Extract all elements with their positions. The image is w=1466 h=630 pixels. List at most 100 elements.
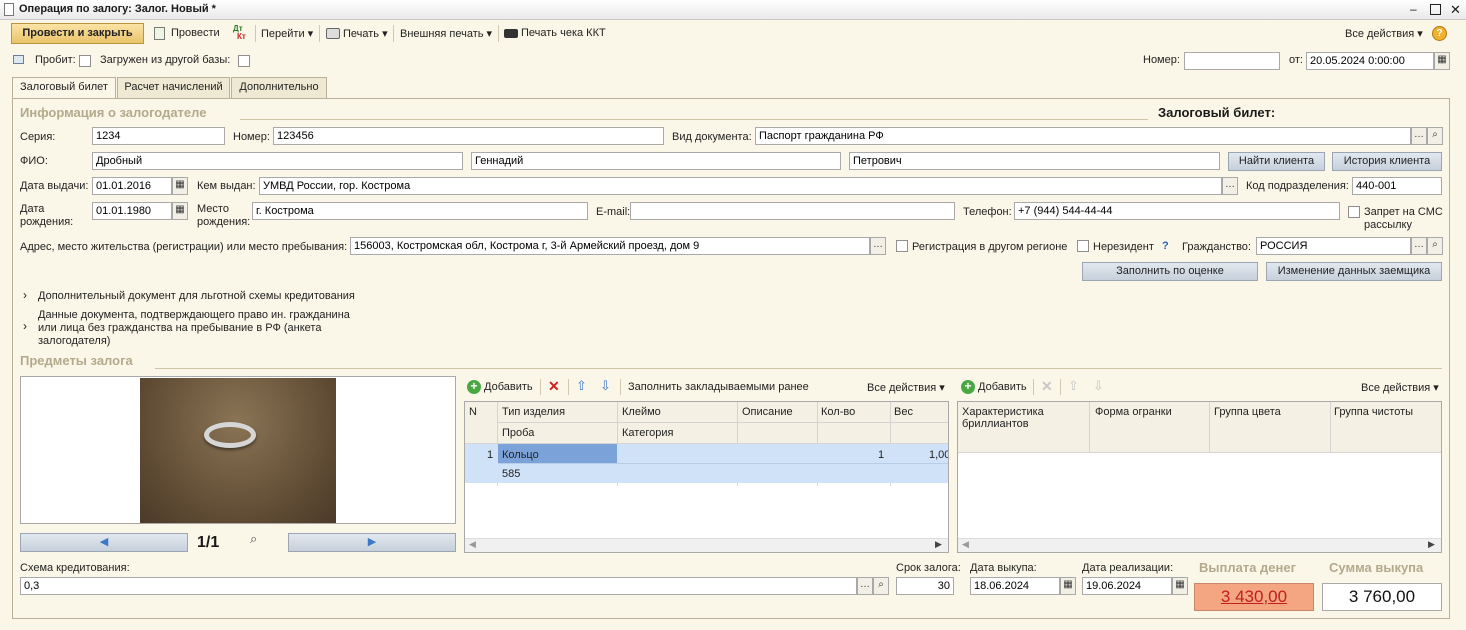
col-diamond-characteristics[interactable]: Характеристика бриллиантов — [962, 406, 1062, 430]
tab-accruals[interactable]: Расчет начислений — [117, 77, 230, 98]
col-quantity[interactable]: Кол-во — [821, 406, 855, 418]
col-n[interactable]: N — [469, 406, 477, 418]
sale-date-calendar-icon[interactable]: ▦ — [1172, 577, 1188, 595]
birth-date-calendar-icon[interactable]: ▦ — [172, 202, 188, 220]
row-weight[interactable]: 1,00 — [929, 449, 948, 461]
fill-previous-button[interactable]: Заполнить закладываемыми ранее — [628, 381, 809, 393]
address-select-button[interactable]: … — [870, 237, 886, 255]
sms-ban-checkbox[interactable] — [1348, 206, 1360, 218]
tab-additional[interactable]: Дополнительно — [231, 77, 327, 98]
patronymic-input[interactable]: Петрович — [849, 152, 1220, 170]
change-borrower-data-button[interactable]: Изменение данных заемщика — [1266, 262, 1442, 281]
table-row[interactable]: 1 Кольцо 1 1,00 585 — [465, 444, 948, 483]
citizenship-input[interactable]: РОССИЯ — [1256, 237, 1411, 255]
find-client-button[interactable]: Найти клиента — [1228, 152, 1325, 171]
items-all-actions-menu[interactable]: Все действия ▾ — [867, 381, 945, 394]
help-icon[interactable]: ? — [1432, 26, 1447, 41]
scroll-left-icon[interactable]: ◀ — [962, 539, 969, 550]
pledge-term-input[interactable]: 30 — [896, 577, 954, 595]
move-down-icon[interactable]: ⇩ — [600, 378, 611, 394]
tab-pledge-ticket[interactable]: Залоговый билет — [12, 77, 116, 99]
series-input[interactable]: 1234 — [92, 127, 225, 145]
add-item-button[interactable]: Добавить — [484, 381, 533, 393]
print-menu[interactable]: Печать ▾ — [343, 27, 388, 40]
minimize-icon[interactable]: ‒ — [1410, 2, 1417, 16]
col-probe[interactable]: Проба — [502, 427, 534, 439]
fill-by-evaluation-button[interactable]: Заполнить по оценке — [1082, 262, 1258, 281]
citizenship-search-icon[interactable]: ⌕ — [1427, 237, 1443, 255]
client-history-button[interactable]: История клиента — [1332, 152, 1442, 171]
dt-kt-icon[interactable]: Дт Кт — [233, 25, 246, 41]
issued-by-select-button[interactable]: … — [1222, 177, 1238, 195]
row-quantity[interactable]: 1 — [878, 449, 884, 461]
scroll-right-icon[interactable]: ▶ — [1428, 539, 1435, 550]
doc-type-select-button[interactable]: … — [1411, 127, 1427, 145]
birth-date-input[interactable]: 01.01.1980 — [92, 202, 172, 220]
previous-photo-button[interactable]: ◀ — [20, 533, 188, 552]
row-item-type[interactable]: Кольцо — [502, 449, 539, 461]
move-up-icon[interactable]: ⇧ — [576, 378, 587, 394]
delete-icon[interactable]: ✕ — [548, 378, 560, 395]
close-icon[interactable]: ✕ — [1450, 2, 1461, 18]
goto-menu[interactable]: Перейти ▾ — [261, 27, 313, 40]
col-color-group[interactable]: Группа цвета — [1214, 406, 1281, 418]
horizontal-scrollbar[interactable]: ◀ ▶ — [465, 538, 948, 552]
add-icon[interactable]: + — [467, 380, 481, 394]
kkt-print-button[interactable]: Печать чека ККТ — [521, 27, 606, 39]
chevron-right-icon[interactable]: › — [23, 319, 27, 333]
last-name-input[interactable]: Дробный — [92, 152, 463, 170]
col-clarity-group[interactable]: Группа чистоты — [1334, 406, 1413, 418]
issue-date-calendar-icon[interactable]: ▦ — [172, 177, 188, 195]
col-weight[interactable]: Вес — [894, 406, 913, 418]
buyout-date-calendar-icon[interactable]: ▦ — [1060, 577, 1076, 595]
citizenship-select-button[interactable]: … — [1411, 237, 1427, 255]
other-region-checkbox[interactable] — [896, 240, 908, 252]
calendar-icon[interactable]: ▦ — [1434, 52, 1450, 70]
scroll-right-icon[interactable]: ▶ — [935, 539, 942, 550]
diamonds-all-actions-menu[interactable]: Все действия ▾ — [1361, 381, 1439, 394]
first-name-input[interactable]: Геннадий — [471, 152, 841, 170]
credit-scheme-select-button[interactable]: … — [857, 577, 873, 595]
col-description[interactable]: Описание — [742, 406, 793, 418]
issue-date-input[interactable]: 01.01.2016 — [92, 177, 172, 195]
payout-amount[interactable]: 3 430,00 — [1194, 583, 1314, 611]
extra-doc-link[interactable]: Дополнительный документ для льготной схе… — [38, 290, 355, 303]
scroll-left-icon[interactable]: ◀ — [469, 539, 476, 550]
credit-scheme-search-icon[interactable]: ⌕ — [873, 577, 889, 595]
number-input[interactable] — [1184, 52, 1280, 70]
add-icon[interactable]: + — [961, 380, 975, 394]
next-photo-button[interactable]: ▶ — [288, 533, 456, 552]
zoom-icon[interactable]: ⌕ — [250, 531, 257, 547]
doc-type-input[interactable]: Паспорт гражданина РФ — [755, 127, 1411, 145]
document-date-input[interactable]: 20.05.2024 0:00:00 — [1306, 52, 1434, 70]
phone-input[interactable]: +7 (944) 544-44-44 — [1014, 202, 1340, 220]
horizontal-scrollbar[interactable]: ◀ ▶ — [958, 538, 1441, 552]
birth-place-input[interactable]: г. Кострома — [252, 202, 588, 220]
credit-scheme-input[interactable]: 0,3 — [20, 577, 857, 595]
dept-code-input[interactable]: 440-001 — [1352, 177, 1442, 195]
nonresident-checkbox[interactable] — [1077, 240, 1089, 252]
col-cut-shape[interactable]: Форма огранки — [1095, 406, 1172, 418]
address-input[interactable]: 156003, Костромская обл, Кострома г, 3-й… — [350, 237, 870, 255]
loaded-from-other-db-checkbox[interactable] — [238, 55, 250, 67]
maximize-icon[interactable] — [1430, 4, 1441, 15]
foreign-doc-link[interactable]: Данные документа, подтверждающего право … — [38, 309, 350, 348]
buyout-date-input[interactable]: 18.06.2024 — [970, 577, 1060, 595]
chevron-right-icon[interactable]: › — [23, 288, 27, 302]
col-item-type[interactable]: Тип изделия — [502, 406, 565, 418]
doc-type-search-icon[interactable]: ⌕ — [1427, 127, 1443, 145]
nonresident-help-icon[interactable]: ? — [1162, 240, 1169, 253]
sale-date-input[interactable]: 19.06.2024 — [1082, 577, 1172, 595]
col-hallmark[interactable]: Клеймо — [622, 406, 661, 418]
post-and-close-button[interactable]: Провести и закрыть — [11, 23, 144, 44]
add-diamond-button[interactable]: Добавить — [978, 381, 1027, 393]
probit-checkbox[interactable] — [79, 55, 91, 67]
passport-number-input[interactable]: 123456 — [273, 127, 664, 145]
issued-by-input[interactable]: УМВД России, гор. Кострома — [259, 177, 1222, 195]
email-input[interactable] — [630, 202, 955, 220]
col-category[interactable]: Категория — [622, 427, 673, 439]
all-actions-menu[interactable]: Все действия ▾ — [1345, 27, 1423, 40]
row-probe[interactable]: 585 — [502, 468, 520, 480]
post-button[interactable]: Провести — [171, 27, 220, 39]
external-print-menu[interactable]: Внешняя печать ▾ — [400, 27, 492, 40]
